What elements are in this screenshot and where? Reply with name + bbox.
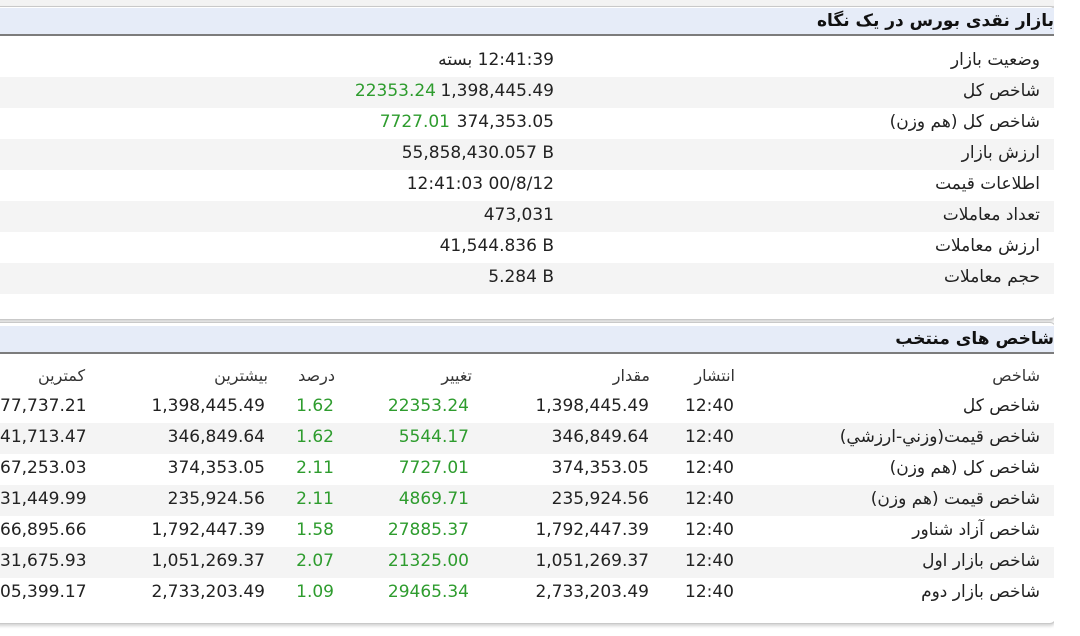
summary-label: ارزش بازار	[961, 143, 1040, 163]
index-change: 5544.17	[398, 427, 469, 447]
index-change: 21325.00	[387, 551, 469, 571]
index-max: 1,792,447.39	[151, 520, 265, 540]
index-time: 12:40	[685, 489, 734, 509]
index-name: شاخص قیمت (هم وزن)	[870, 489, 1040, 509]
summary-label: شاخص کل (هم وزن)	[889, 112, 1040, 132]
index-amount: 346,849.64	[551, 427, 649, 447]
index-min: 31,449.99	[0, 489, 87, 509]
summary-row: تعداد معاملات 473,031	[0, 201, 1054, 232]
summary-value: 12:41:39 بسته	[438, 50, 554, 70]
index-name: شاخص آزاد شناور	[912, 520, 1040, 540]
index-max: 1,051,269.37	[151, 551, 265, 571]
index-percent: 2.11	[296, 458, 334, 478]
summary-change: 7727.01	[379, 112, 450, 132]
summary-value: 41,544.836 B	[439, 236, 554, 256]
col-header-max: بیشترین	[214, 366, 268, 385]
summary-row: ارزش معاملات 41,544.836 B	[0, 232, 1054, 263]
summary-row: شاخص کل (هم وزن) 374,353.05 7727.01	[0, 108, 1054, 139]
index-time: 12:40	[685, 396, 734, 416]
index-percent: 1.62	[296, 427, 334, 447]
summary-row: وضعیت بازار 12:41:39 بسته	[0, 46, 1054, 77]
index-max: 374,353.05	[167, 458, 265, 478]
index-min: 41,713.47	[0, 427, 87, 447]
index-change: 29465.34	[387, 582, 469, 602]
index-max: 346,849.64	[167, 427, 265, 447]
summary-label: اطلاعات قیمت	[935, 174, 1040, 194]
market-summary-header: بازار نقدی بورس در یک نگاه	[0, 8, 1054, 36]
index-change: 27885.37	[387, 520, 469, 540]
summary-value: 374,353.05	[456, 112, 554, 132]
table-row[interactable]: شاخص کل 12:40 1,398,445.49 22353.24 1.62…	[0, 392, 1054, 423]
index-change: 22353.24	[387, 396, 469, 416]
index-name: شاخص کل	[962, 396, 1040, 416]
index-name: شاخص کل (هم وزن)	[889, 458, 1040, 478]
summary-value: 5.284 B	[488, 267, 554, 287]
col-header-change: تغییر	[441, 366, 472, 385]
summary-value: 55,858,430.057 B	[401, 143, 554, 163]
index-min: 05,399.17	[0, 582, 87, 602]
index-name: شاخص بازار دوم	[921, 582, 1040, 602]
table-row[interactable]: شاخص بازار اول 12:40 1,051,269.37 21325.…	[0, 547, 1054, 578]
summary-row: شاخص کل 1,398,445.49 22353.24	[0, 77, 1054, 108]
summary-label: حجم معاملات	[944, 267, 1040, 287]
summary-row: اطلاعات قیمت 12:41:03 00/8/12	[0, 170, 1054, 201]
index-min: 31,675.93	[0, 551, 87, 571]
col-header-name: شاخص	[992, 366, 1040, 385]
index-percent: 2.07	[296, 551, 334, 571]
col-header-time: انتشار	[694, 366, 735, 385]
col-header-min: کمترین	[38, 366, 86, 385]
summary-row: ارزش بازار 55,858,430.057 B	[0, 139, 1054, 170]
col-header-amount: مقدار	[612, 366, 650, 385]
index-change: 4869.71	[398, 489, 469, 509]
summary-value: 473,031	[483, 205, 554, 225]
summary-row: حجم معاملات 5.284 B	[0, 263, 1054, 294]
index-percent: 1.09	[296, 582, 334, 602]
index-time: 12:40	[685, 427, 734, 447]
index-percent: 2.11	[296, 489, 334, 509]
index-min: 67,253.03	[0, 458, 87, 478]
summary-label: شاخص کل	[962, 81, 1040, 101]
col-header-percent: درصد	[298, 366, 335, 385]
index-amount: 1,051,269.37	[535, 551, 649, 571]
index-max: 1,398,445.49	[151, 396, 265, 416]
index-amount: 235,924.56	[551, 489, 649, 509]
index-amount: 2,733,203.49	[535, 582, 649, 602]
index-amount: 1,398,445.49	[535, 396, 649, 416]
table-row[interactable]: شاخص قیمت (هم وزن) 12:40 235,924.56 4869…	[0, 485, 1054, 516]
index-max: 2,733,203.49	[151, 582, 265, 602]
summary-change: 22353.24	[354, 81, 436, 101]
index-min: 66,895.66	[0, 520, 87, 540]
selected-indices-header: شاخص های منتخب	[0, 326, 1054, 354]
index-amount: 1,792,447.39	[535, 520, 649, 540]
index-name: شاخص قيمت(وزني-ارزشي)	[839, 427, 1040, 447]
summary-label: تعداد معاملات	[942, 205, 1040, 225]
summary-value: 1,398,445.49	[440, 81, 554, 101]
index-name: شاخص بازار اول	[922, 551, 1040, 571]
table-row[interactable]: شاخص بازار دوم 12:40 2,733,203.49 29465.…	[0, 578, 1054, 609]
selected-indices-title: شاخص های منتخب	[895, 329, 1054, 349]
index-percent: 1.58	[296, 520, 334, 540]
table-row[interactable]: شاخص کل (هم وزن) 12:40 374,353.05 7727.0…	[0, 454, 1054, 485]
index-max: 235,924.56	[167, 489, 265, 509]
index-time: 12:40	[685, 458, 734, 478]
index-amount: 374,353.05	[551, 458, 649, 478]
summary-label: ارزش معاملات	[934, 236, 1040, 256]
index-min: 77,737.21	[0, 396, 87, 416]
index-percent: 1.62	[296, 396, 334, 416]
index-change: 7727.01	[398, 458, 469, 478]
table-row[interactable]: شاخص قيمت(وزني-ارزشي) 12:40 346,849.64 5…	[0, 423, 1054, 454]
index-time: 12:40	[685, 551, 734, 571]
summary-label: وضعیت بازار	[950, 50, 1040, 70]
index-time: 12:40	[685, 582, 734, 602]
right-margin	[1054, 0, 1080, 636]
market-summary-title: بازار نقدی بورس در یک نگاه	[816, 11, 1054, 31]
index-time: 12:40	[685, 520, 734, 540]
summary-value: 12:41:03 00/8/12	[406, 174, 554, 194]
table-row[interactable]: شاخص آزاد شناور 12:40 1,792,447.39 27885…	[0, 516, 1054, 547]
